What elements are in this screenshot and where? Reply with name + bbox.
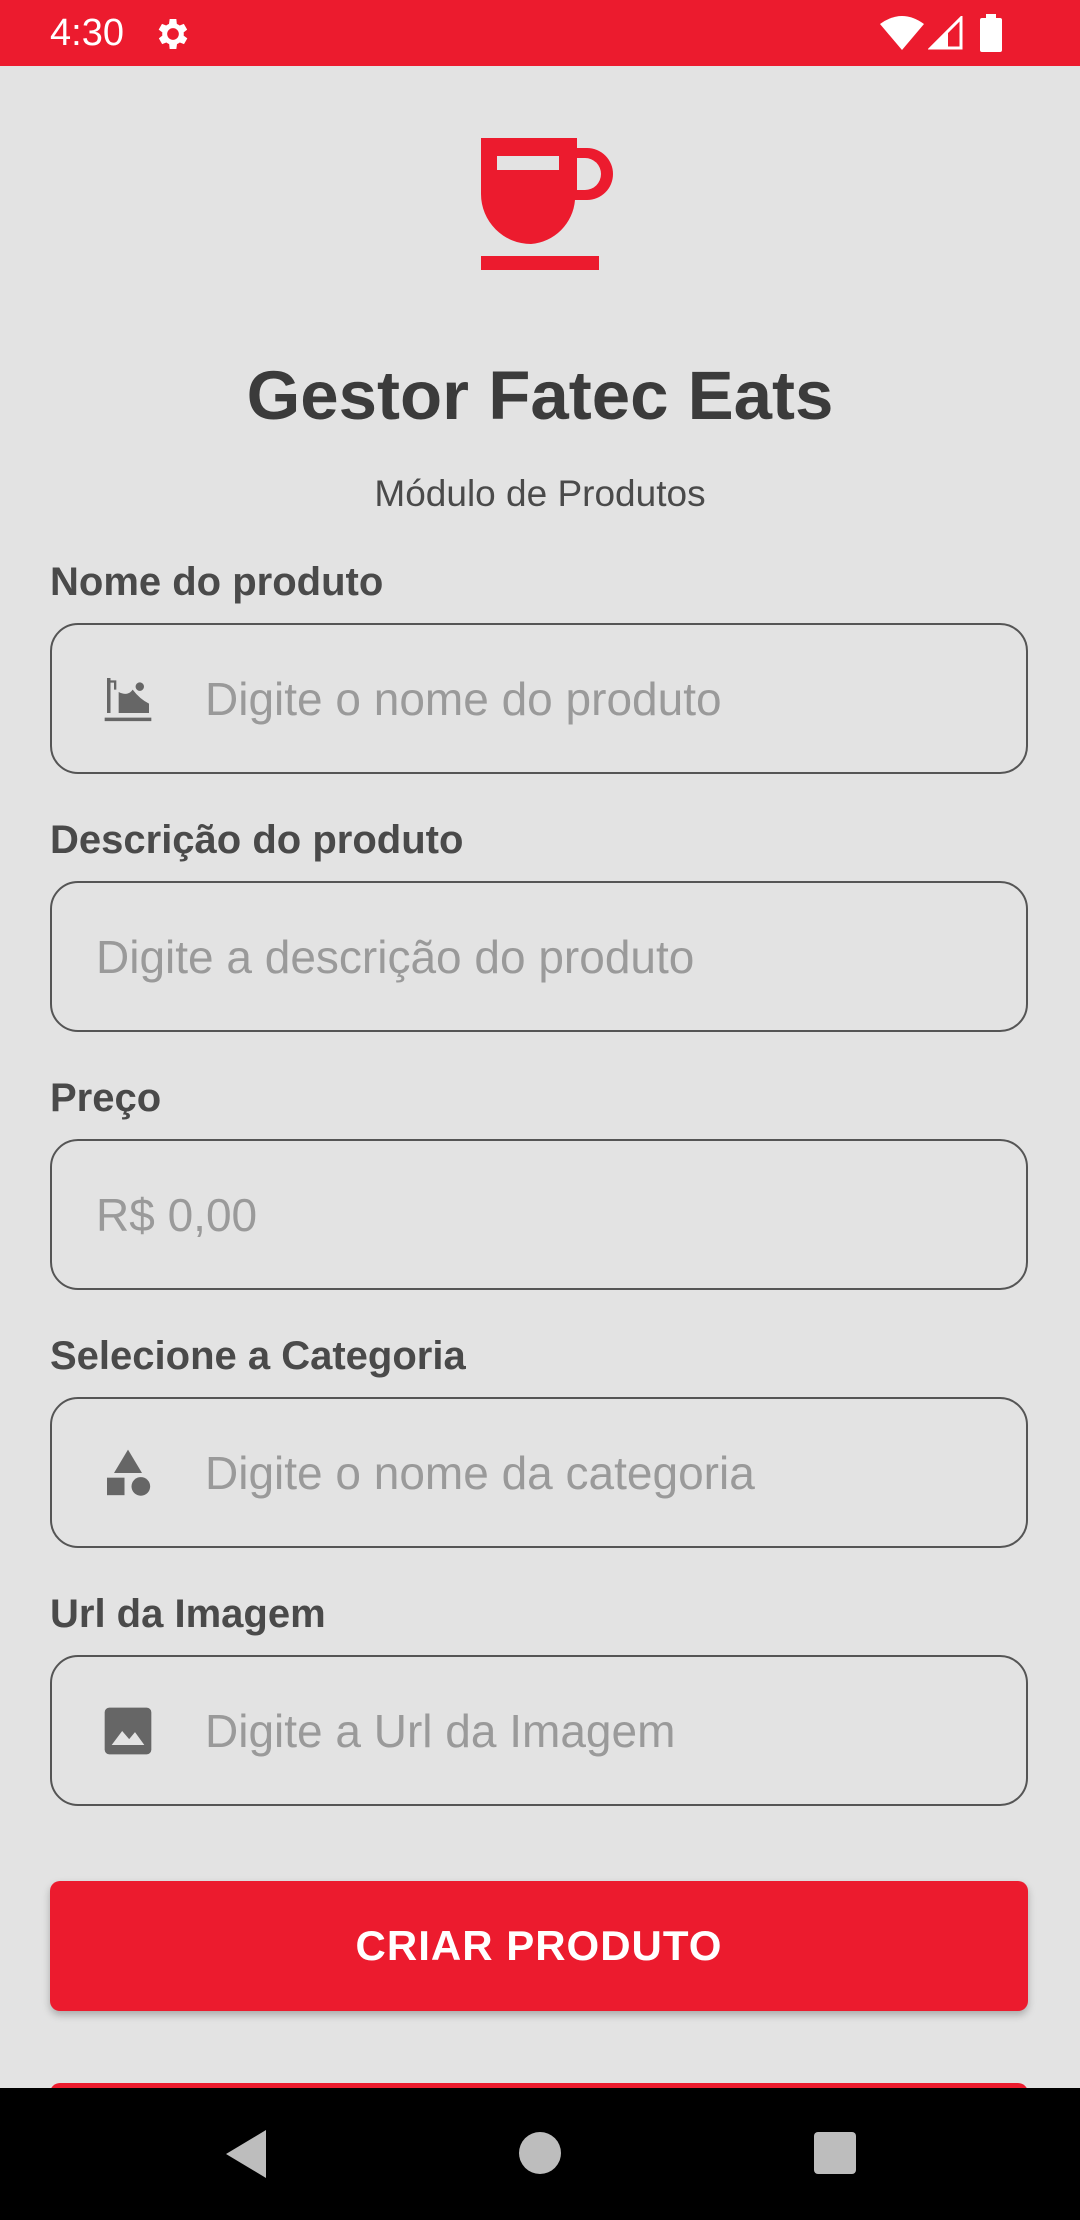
product-name-placeholder: Digite o nome do produto <box>205 672 722 725</box>
price-placeholder: R$ 0,00 <box>96 1188 258 1241</box>
app-subtitle: Módulo de Produtos <box>374 473 706 514</box>
category-placeholder: Digite o nome da categoria <box>205 1446 755 1499</box>
recents-icon[interactable] <box>814 2132 856 2174</box>
battery-icon <box>980 14 1002 52</box>
price-label: Preço <box>50 1076 162 1120</box>
coffee-cup-icon <box>481 138 613 270</box>
status-bar: 4:30 <box>0 0 1080 66</box>
description-label: Descrição do produto <box>50 818 464 862</box>
image-url-placeholder: Digite a Url da Imagem <box>205 1704 676 1757</box>
image-url-field[interactable]: Digite a Url da Imagem <box>50 1655 1028 1806</box>
description-placeholder: Digite a descrição do produto <box>96 930 695 983</box>
image-url-label: Url da Imagem <box>50 1592 326 1636</box>
create-product-button[interactable]: CRIAR PRODUTO <box>50 1881 1028 2011</box>
price-field[interactable]: R$ 0,00 <box>50 1139 1028 1290</box>
category-field[interactable]: Digite o nome da categoria <box>50 1397 1028 1548</box>
signal-icon <box>928 16 963 50</box>
back-icon[interactable] <box>222 2128 270 2180</box>
wifi-icon <box>880 16 924 50</box>
product-name-label: Nome do produto <box>50 560 384 604</box>
navigation-bar <box>0 2088 1080 2220</box>
app-title: Gestor Fatec Eats <box>246 357 834 434</box>
food-tray-icon <box>104 677 152 721</box>
status-time: 4:30 <box>50 12 124 54</box>
category-shapes-icon <box>107 1449 151 1496</box>
description-field[interactable]: Digite a descrição do produto <box>50 881 1028 1032</box>
image-icon <box>104 1707 152 1754</box>
gear-icon <box>158 19 188 49</box>
category-label: Selecione a Categoria <box>50 1334 466 1378</box>
home-icon[interactable] <box>519 2132 561 2174</box>
product-name-field[interactable]: Digite o nome do produto <box>50 623 1028 774</box>
